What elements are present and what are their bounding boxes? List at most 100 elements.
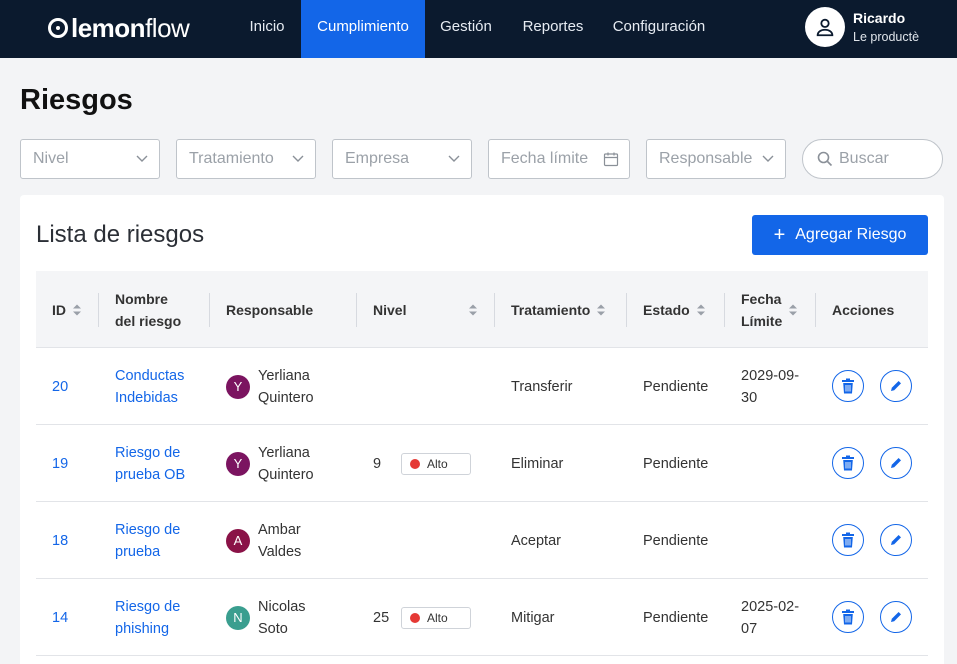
risk-name-line1: Riesgo de [115,598,181,615]
table-row[interactable]: 14 Riesgo de phishing N Nicolas Soto 25 Alt… [36,579,928,656]
responsable-last-name: Valdes [258,543,302,560]
page-title: Riesgos [20,84,133,116]
sort-icon[interactable] [468,303,478,317]
due-date-line2: 30 [741,389,758,406]
status-value: Pendiente [643,455,709,472]
risk-id-link[interactable]: 14 [52,607,68,629]
due-date-line2: 07 [741,620,758,637]
sort-icon[interactable] [696,303,706,317]
edit-button[interactable] [880,447,912,479]
nav-item-cumplimiento[interactable]: Cumplimiento [301,0,425,58]
trash-icon [842,455,854,471]
level-dot-icon [410,458,420,469]
risk-name-line2: phishing [115,620,170,637]
chevron-down-icon [762,155,774,162]
responsable-first-name: Yerliana [258,367,310,384]
column-separator [356,293,357,327]
calendar-icon [603,152,619,167]
sort-icon[interactable] [788,303,798,317]
edit-button[interactable] [880,370,912,402]
column-fecha-limite[interactable]: Fecha Límite [741,271,798,348]
responsable-last-name: Soto [258,620,288,637]
column-nivel[interactable]: Nivel [373,271,478,348]
responsable-name: Nicolas Soto [258,596,306,640]
responsable-avatar: Y [226,374,250,399]
nav-item-reportes[interactable]: Reportes [508,0,598,58]
table-row[interactable]: 20 Conductas Indebidas Y Yerliana Quintero … [36,348,928,425]
risk-name-line1: Riesgo de [115,521,181,538]
column-nombre: Nombre del riesgo [115,271,181,348]
level-badge: Alto [401,452,471,475]
filter-fecha-label: Fecha límite [501,150,589,167]
edit-button[interactable] [880,601,912,633]
level-number: 9 [373,455,382,472]
nav-item-inicio[interactable]: Inicio [234,0,300,58]
sort-icon[interactable] [596,303,606,317]
risk-list-card: Lista de riesgos + Agregar Riesgo ID Nom… [20,195,944,664]
column-separator [724,293,725,327]
responsable-first-name: Nicolas [258,598,306,615]
treatment-value: Mitigar [511,609,555,626]
risk-name-link[interactable]: Riesgo de prueba [115,519,180,563]
logo-text-bold: lemon [71,12,146,43]
treatment-value: Eliminar [511,455,564,472]
filter-responsable-label: Responsable [659,150,753,167]
risk-id-link[interactable]: 19 [52,453,68,475]
brand-logo[interactable]: lemonflow [48,12,190,43]
filter-fecha-limite-input[interactable]: Fecha límite [488,139,630,179]
due-date: 2025-02- 07 [741,596,799,640]
sort-icon[interactable] [72,303,82,317]
filter-responsable-select[interactable]: Responsable [646,139,786,179]
logo-text-light: flow [145,12,190,43]
user-role: Le productè [853,30,920,44]
delete-button[interactable] [832,447,864,479]
pencil-icon [891,381,901,391]
column-estado[interactable]: Estado [643,271,706,348]
risk-name-line1: Riesgo de [115,444,181,461]
edit-button[interactable] [880,524,912,556]
delete-button[interactable] [832,524,864,556]
table-row[interactable]: 19 Riesgo de prueba OB Y Yerliana Quintero … [36,425,928,502]
nav-item-gestion[interactable]: Gestión [426,0,506,58]
filter-nivel-select[interactable]: Nivel [20,139,160,179]
column-acciones: Acciones [832,271,894,348]
user-name: Ricardo [853,10,906,26]
delete-button[interactable] [832,601,864,633]
responsable-last-name: Quintero [258,389,314,406]
table-row[interactable]: 18 Riesgo de prueba A Ambar Valdes Aceptar … [36,502,928,579]
treatment-value: Transferir [511,378,573,395]
column-id[interactable]: ID [52,271,82,348]
filter-tratamiento-select[interactable]: Tratamiento [176,139,316,179]
responsable-first-name: Ambar [258,521,301,538]
column-tratamiento[interactable]: Tratamiento [511,271,606,348]
risk-id-link[interactable]: 20 [52,376,68,398]
risk-name-link[interactable]: Riesgo de phishing [115,596,180,640]
column-separator [626,293,627,327]
risk-name-line2: prueba OB [115,466,186,483]
responsable-avatar: N [226,605,250,630]
user-menu[interactable]: Ricardo Le productè [805,6,919,48]
status-value: Pendiente [643,378,709,395]
column-estado-label: Estado [643,301,690,318]
list-title: Lista de riesgos [36,221,205,248]
add-risk-button[interactable]: + Agregar Riesgo [752,215,928,255]
risk-id-link[interactable]: 18 [52,530,68,552]
risk-name-link[interactable]: Conductas Indebidas [115,365,184,409]
column-nombre-line2: del riesgo [115,312,182,329]
column-responsable: Responsable [226,271,313,348]
user-avatar[interactable] [805,7,845,47]
search-input[interactable] [839,150,929,168]
trash-icon [842,609,854,625]
risk-name-link[interactable]: Riesgo de prueba OB [115,442,185,486]
column-responsable-label: Responsable [226,301,314,318]
delete-button[interactable] [832,370,864,402]
filter-empresa-select[interactable]: Empresa [332,139,472,179]
due-date-line1: 2029-09- [741,367,800,384]
responsable-avatar: A [226,528,250,553]
responsable-name: Ambar Valdes [258,519,301,563]
risk-name-line2: Indebidas [115,389,178,406]
nav-item-configuracion[interactable]: Configuración [600,0,718,58]
chevron-down-icon [136,155,148,162]
level-label: Alto [427,456,448,471]
search-box[interactable] [802,139,943,179]
